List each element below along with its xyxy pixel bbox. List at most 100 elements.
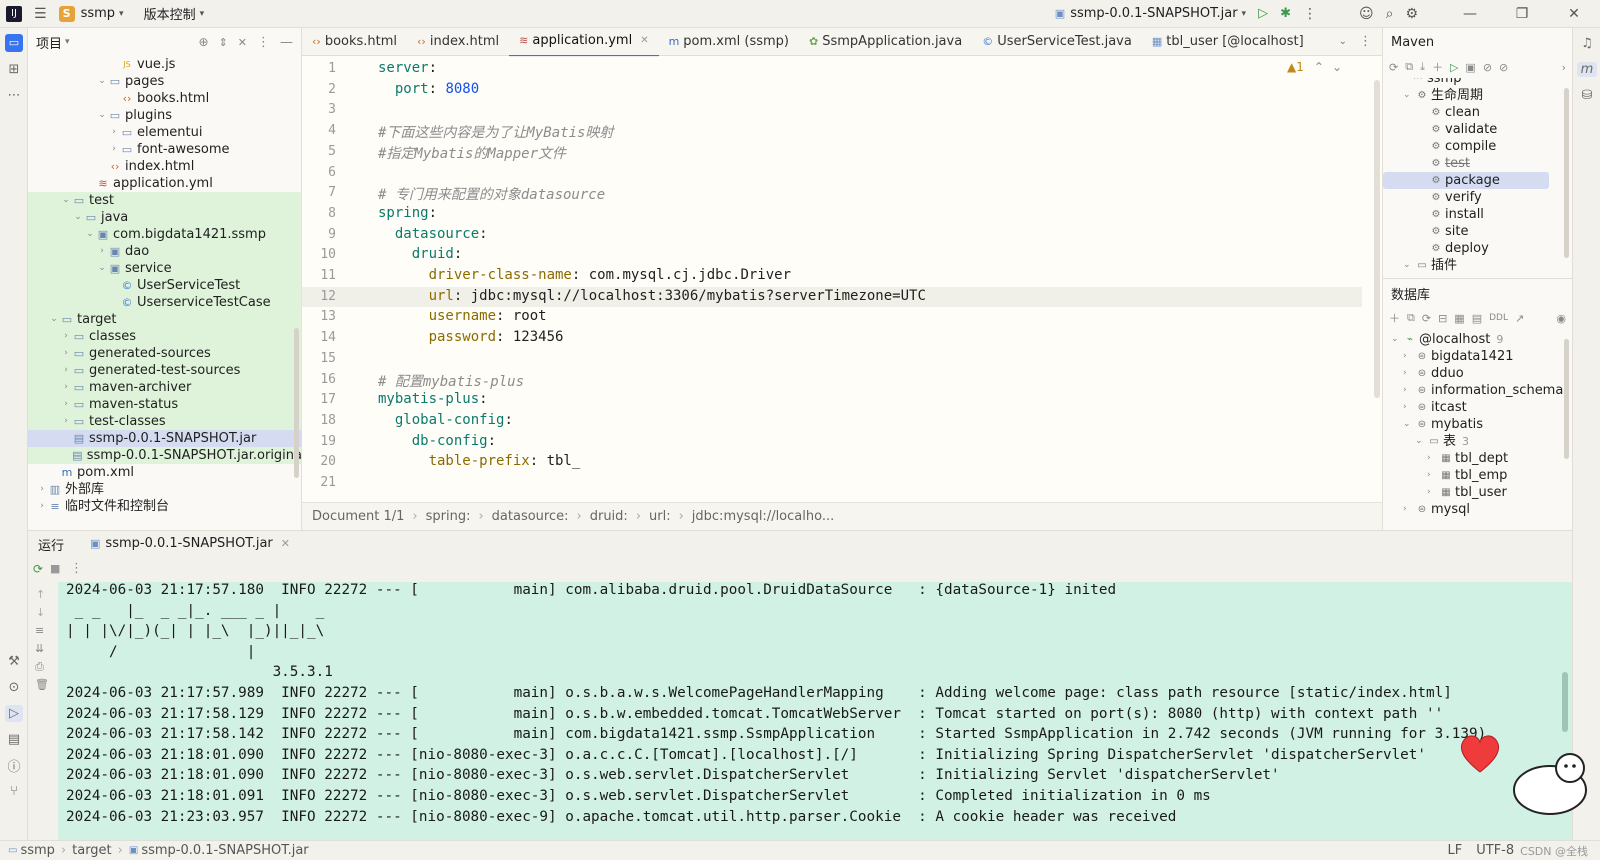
ddl-icon[interactable]: DDL (1489, 313, 1508, 323)
code-editor[interactable]: 1 server: 2 port: 8080 3 4 #下面这些内容是为了让MyBatis… (302, 56, 1382, 502)
chevron-right-icon[interactable]: › (36, 481, 48, 498)
add-datasource-icon[interactable]: ＋ (1389, 310, 1400, 326)
hide-panel-icon[interactable]: — (280, 35, 293, 50)
search-icon[interactable]: ⌕ (1380, 0, 1400, 28)
warning-indicator[interactable]: ▲1 ⌃ ⌄ (1287, 60, 1342, 74)
db-host[interactable]: ⌄ ⌁ @localhost 9 (1383, 331, 1573, 348)
db-schema-mysql[interactable]: › ⊜ mysql (1383, 501, 1573, 518)
db-table[interactable]: › ▦ tbl_emp (1383, 467, 1573, 484)
chevron-down-icon[interactable]: ⌄ (96, 260, 108, 277)
chevron-right-icon[interactable]: › (60, 345, 72, 362)
print-icon[interactable]: ⎙ (35, 660, 44, 674)
soft-wrap-icon[interactable]: ≡ (35, 624, 44, 637)
tree-item[interactable]: JS vue.js (28, 56, 302, 73)
tree-item[interactable]: ▤ ssmp-0.0.1-SNAPSHOT.jar.origina (28, 447, 302, 464)
tree-item[interactable]: › ▭ classes (28, 328, 302, 345)
status-path-item[interactable]: target (72, 843, 112, 858)
chevron-down-icon[interactable]: ⌄ (1332, 60, 1342, 74)
git-tool-icon[interactable]: ⑂ (0, 778, 28, 804)
chevron-right-icon[interactable]: › (36, 498, 48, 515)
datasource-properties-icon[interactable]: ⧉ (1407, 311, 1415, 325)
breadcrumb-item[interactable]: spring: (426, 509, 471, 524)
editor-tab[interactable]: ≋ application.yml ✕ (509, 27, 659, 57)
table-icon[interactable]: ▦ (1454, 312, 1464, 325)
tree-item[interactable]: © UserServiceTest (28, 277, 302, 294)
close-icon[interactable]: ✕ (281, 537, 290, 550)
locate-icon[interactable]: ⊕ (199, 35, 209, 49)
more-icon[interactable]: ⋮ (70, 561, 83, 576)
tree-item[interactable]: ▤ ssmp-0.0.1-SNAPSHOT.jar (28, 430, 302, 447)
tree-item[interactable]: ‹› books.html (28, 90, 302, 107)
run-tool-icon[interactable]: ▷ (0, 700, 28, 726)
chevron-right-icon[interactable]: › (1562, 61, 1566, 74)
chevron-down-icon[interactable]: ▾ (65, 37, 70, 47)
editor-tab[interactable]: ‹› index.html (407, 28, 509, 56)
tree-item[interactable]: ⌄ ▭ java (28, 209, 302, 226)
tree-item[interactable]: ⌄ ▭ plugins (28, 107, 302, 124)
tree-item[interactable]: › ▭ test-classes (28, 413, 302, 430)
tree-item[interactable]: m pom.xml (28, 464, 302, 481)
view-icon[interactable]: ◉ (1556, 312, 1566, 325)
chevron-right-icon[interactable]: › (60, 396, 72, 413)
more-icon[interactable]: ⋮ (1297, 0, 1323, 28)
maven-root[interactable]: ⋯ ssmp (1383, 78, 1573, 87)
grid-icon[interactable]: ▤ (1472, 312, 1482, 325)
tree-item[interactable]: › ▭ generated-sources (28, 345, 302, 362)
tree-item[interactable]: ⌄ ▭ test (28, 192, 302, 209)
rerun-icon[interactable]: ⟳ (33, 562, 43, 576)
chevron-down-icon[interactable]: ⌄ (96, 107, 108, 124)
chevron-right-icon[interactable]: › (60, 328, 72, 345)
maven-goal[interactable]: ⚙ install (1383, 206, 1573, 223)
database-tool-icon[interactable]: ⛁ (1573, 82, 1600, 108)
console-output[interactable]: 2024-06-03 21:17:57.180 INFO 22272 --- [… (58, 582, 1572, 840)
run-tab-jar[interactable]: ▣ ssmp-0.0.1-SNAPSHOT.jar ✕ (84, 530, 296, 560)
editor-tab[interactable]: ▦ tbl_user [@localhost] (1142, 28, 1314, 56)
chevron-down-icon[interactable]: ⌄ (84, 226, 96, 243)
chevron-down-icon[interactable]: ⌄ (48, 311, 60, 328)
editor-scrollbar[interactable] (1374, 80, 1380, 398)
editor-tab[interactable]: m pom.xml (ssmp) (659, 28, 799, 56)
tree-item[interactable]: › ▭ maven-status (28, 396, 302, 413)
run-maven-icon[interactable]: ▷ (1450, 61, 1458, 74)
tree-item[interactable]: › ▣ dao (28, 243, 302, 260)
maven-plugins[interactable]: ⌄ ▭ 插件 (1383, 257, 1573, 274)
structure-tool-icon[interactable]: ⊞ (0, 56, 28, 82)
add-icon[interactable]: ＋ (1432, 59, 1443, 75)
scroll-to-end-icon[interactable]: ⇊ (35, 642, 44, 655)
maven-goal[interactable]: ⚙ clean (1383, 104, 1573, 121)
chevron-down-icon[interactable]: ⌄ (96, 73, 108, 90)
vcs-menu[interactable]: 版本控制 ▾ (138, 0, 211, 28)
notifications-bell-icon[interactable]: ♫ (1573, 30, 1600, 56)
console-scrollbar[interactable] (1562, 672, 1568, 732)
db-schema[interactable]: › ⊜ itcast (1383, 399, 1573, 416)
tree-item[interactable]: › ▭ elementui (28, 124, 302, 141)
db-tables-folder[interactable]: ⌄ ▭ 表 3 (1383, 433, 1573, 450)
settings-gear-icon[interactable]: ⚙ (1399, 0, 1424, 28)
tree-item[interactable]: ⌄ ▣ service (28, 260, 302, 277)
db-schema[interactable]: › ⊜ information_schema (1383, 382, 1573, 399)
maven-goal[interactable]: ⚙ test (1383, 155, 1573, 172)
close-icon[interactable]: ✕ (1548, 0, 1600, 28)
chevron-down-icon[interactable]: ⌄ (60, 192, 72, 209)
chevron-right-icon[interactable]: › (96, 243, 108, 260)
schema-icon[interactable]: ⊟ (1438, 312, 1447, 325)
stop-icon[interactable]: ■ (50, 562, 60, 575)
tree-item[interactable]: ‹› index.html (28, 158, 302, 175)
file-encoding[interactable]: UTF-8 (1476, 843, 1514, 858)
refresh-icon[interactable]: ⟳ (1422, 312, 1431, 325)
chevron-right-icon[interactable]: › (108, 141, 120, 158)
db-table[interactable]: › ▦ tbl_user (1383, 484, 1573, 501)
project-panel-title[interactable]: 项目 (36, 33, 62, 52)
breadcrumb-item[interactable]: druid: (590, 509, 628, 524)
tree-item[interactable]: › ▥ 外部库 (28, 481, 302, 498)
db-schema[interactable]: › ⊜ bigdata1421 (1383, 348, 1573, 365)
tree-item[interactable]: ⌄ ▣ com.bigdata1421.ssmp (28, 226, 302, 243)
collapse-all-icon[interactable]: ✕ (238, 36, 247, 49)
jump-icon[interactable]: ↗ (1515, 312, 1524, 325)
skip-tests-icon[interactable]: ⊘ (1499, 61, 1508, 74)
run-icon[interactable]: ▷ (1252, 0, 1274, 28)
more-tools-icon[interactable]: ⋯ (0, 82, 28, 108)
breadcrumb-item[interactable]: Document 1/1 (312, 509, 404, 524)
tree-item[interactable]: © UserserviceTestCase (28, 294, 302, 311)
minimize-icon[interactable]: — (1444, 0, 1496, 28)
